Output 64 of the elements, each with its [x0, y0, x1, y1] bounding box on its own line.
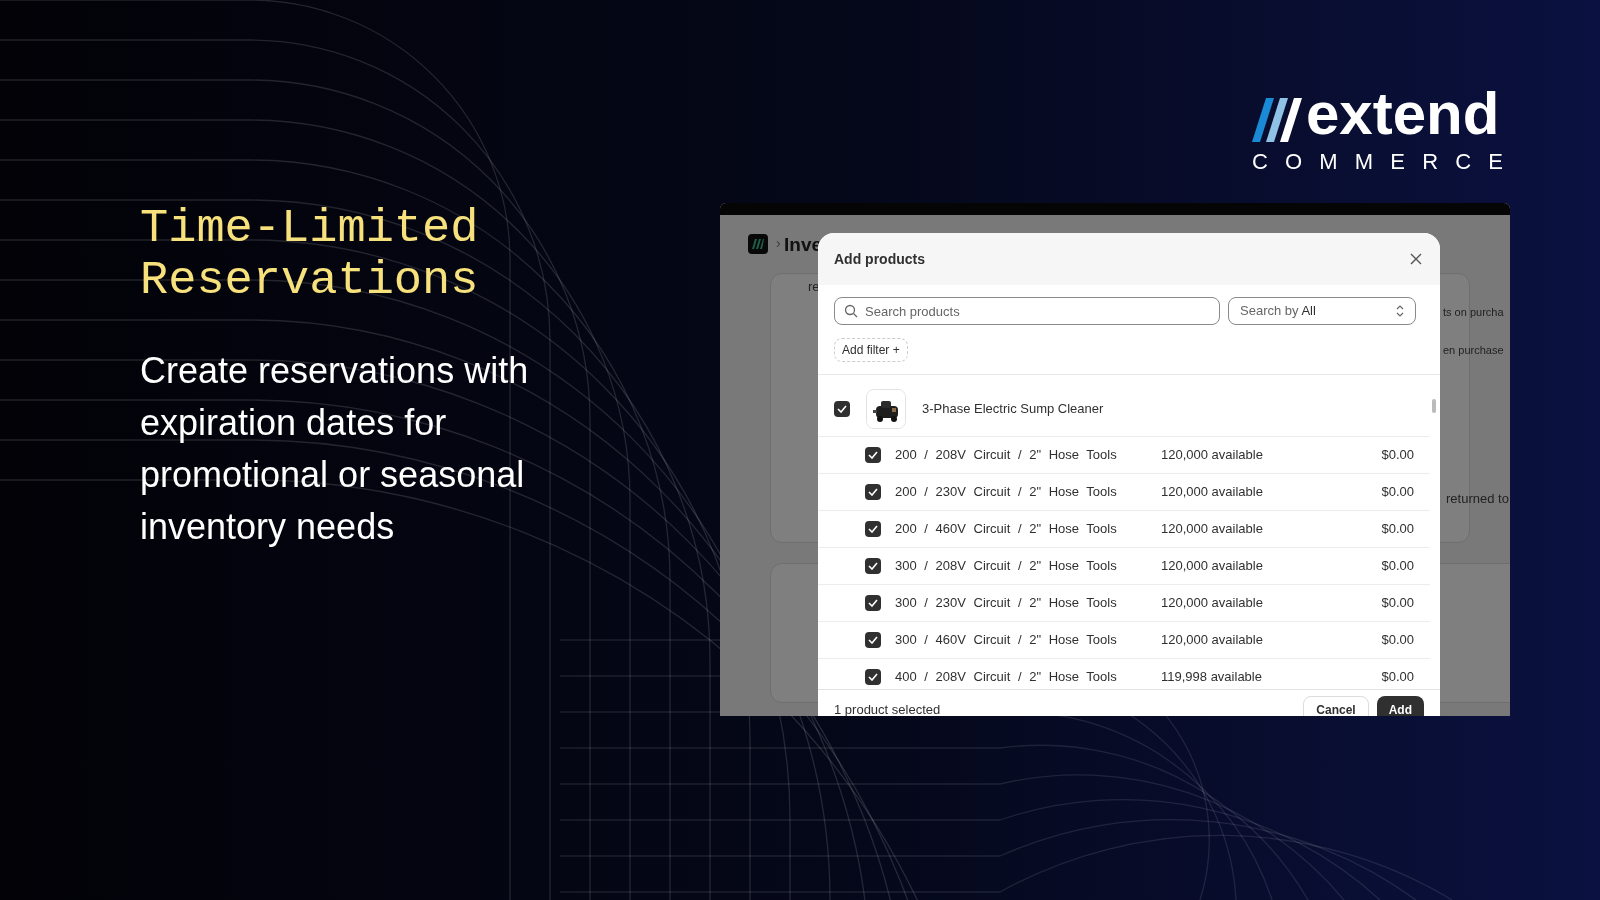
- check-icon: [868, 562, 878, 570]
- variant-row[interactable]: 300 / 230V Circuit / 2" Hose Tools 120,000 available $0.00: [818, 585, 1430, 622]
- checkbox[interactable]: [865, 447, 881, 463]
- variant-row[interactable]: 300 / 208V Circuit / 2" Hose Tools 120,000 available $0.00: [818, 548, 1430, 585]
- cancel-button[interactable]: Cancel: [1303, 696, 1369, 716]
- availability-text: 120,000 available: [1161, 520, 1264, 539]
- checkbox[interactable]: [865, 632, 881, 648]
- variant-name: 200 / 460V Circuit / 2" Hose Tools: [895, 520, 1118, 539]
- price-text: $0.00: [1381, 631, 1414, 650]
- checkbox[interactable]: [865, 595, 881, 611]
- check-icon: [868, 451, 878, 459]
- availability-text: 120,000 available: [1161, 594, 1264, 613]
- price-text: $0.00: [1381, 483, 1414, 502]
- variant-name: 300 / 230V Circuit / 2" Hose Tools: [895, 594, 1118, 613]
- add-button[interactable]: Add: [1376, 696, 1424, 716]
- availability-text: 120,000 available: [1161, 446, 1264, 465]
- check-icon: [868, 599, 878, 607]
- check-icon: [868, 488, 878, 496]
- search-by-select[interactable]: Search by All: [1228, 297, 1416, 325]
- checkbox[interactable]: [865, 669, 881, 685]
- variant-row[interactable]: 200 / 208V Circuit / 2" Hose Tools 120,000 available $0.00: [818, 437, 1430, 474]
- variant-row[interactable]: 300 / 460V Circuit / 2" Hose Tools 120,000 available $0.00: [818, 622, 1430, 659]
- search-icon: [844, 304, 858, 318]
- app-logo-icon: [748, 233, 768, 254]
- checkbox[interactable]: [865, 521, 881, 537]
- variant-row[interactable]: 200 / 460V Circuit / 2" Hose Tools 120,000 available $0.00: [818, 511, 1430, 548]
- variant-name: 200 / 230V Circuit / 2" Hose Tools: [895, 483, 1118, 502]
- brand-subtitle: COMMERCE: [1252, 148, 1521, 176]
- check-icon: [868, 636, 878, 644]
- select-arrows-icon: [1396, 305, 1404, 317]
- availability-text: 120,000 available: [1161, 483, 1264, 502]
- check-icon: [868, 673, 878, 681]
- check-icon: [837, 404, 847, 413]
- price-text: $0.00: [1381, 520, 1414, 539]
- breadcrumb-separator: ›: [776, 234, 781, 253]
- scrollbar-thumb[interactable]: [1432, 399, 1436, 413]
- price-text: $0.00: [1381, 594, 1414, 613]
- search-field[interactable]: Search products: [834, 297, 1220, 325]
- check-icon: [868, 525, 878, 533]
- variant-name: 200 / 208V Circuit / 2" Hose Tools: [895, 446, 1118, 465]
- availability-text: 119,998 available: [1161, 668, 1263, 687]
- variant-name: 300 / 208V Circuit / 2" Hose Tools: [895, 557, 1118, 576]
- add-filter-button[interactable]: Add filter +: [834, 338, 908, 362]
- product-name: 3-Phase Electric Sump Cleaner: [922, 399, 1104, 418]
- dialog-title: Add products: [834, 249, 925, 269]
- background-text: ts on purcha: [1443, 305, 1504, 320]
- variant-name: 400 / 208V Circuit / 2" Hose Tools: [895, 668, 1118, 687]
- price-text: $0.00: [1381, 668, 1414, 687]
- availability-text: 120,000 available: [1161, 631, 1264, 650]
- headline: Time-Limited Reservations: [140, 203, 480, 307]
- price-text: $0.00: [1381, 557, 1414, 576]
- variant-row[interactable]: 200 / 230V Circuit / 2" Hose Tools 120,000 available $0.00: [818, 474, 1430, 511]
- variant-name: 300 / 460V Circuit / 2" Hose Tools: [895, 631, 1118, 650]
- background-text: returned to: [1446, 490, 1509, 508]
- checkbox[interactable]: [865, 484, 881, 500]
- background-text: en purchase: [1443, 343, 1504, 358]
- checkbox[interactable]: [865, 558, 881, 574]
- brand-name: extend: [1306, 86, 1500, 142]
- price-text: $0.00: [1381, 446, 1414, 465]
- slash-logo-icon: [1252, 98, 1302, 142]
- availability-text: 120,000 available: [1161, 557, 1264, 576]
- checkbox[interactable]: [834, 400, 850, 417]
- description: Create reservations with expiration dates for promotional or seasonal inventory needs: [140, 349, 530, 549]
- close-icon[interactable]: [1408, 251, 1424, 267]
